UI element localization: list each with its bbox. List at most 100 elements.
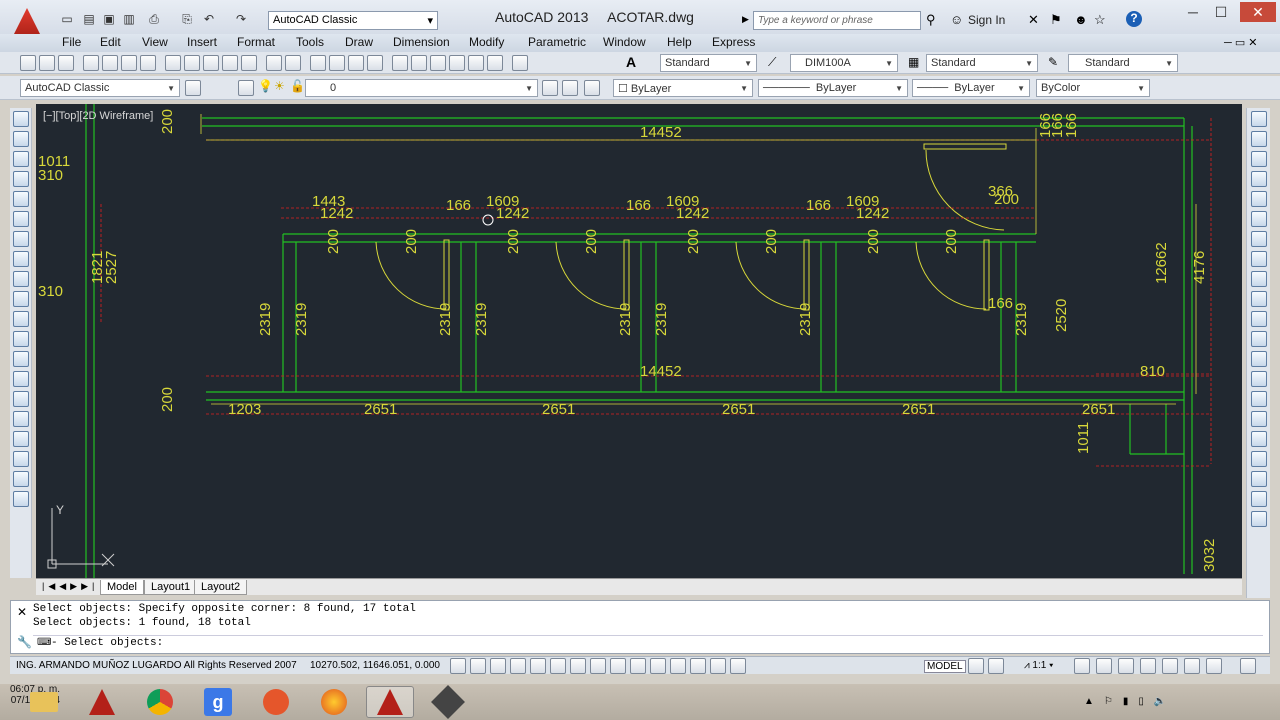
annotation-scale[interactable]: ⩘ 1:1 ▾	[1024, 660, 1053, 671]
redo-icon[interactable]: ↷	[232, 11, 250, 27]
auto-scale-icon[interactable]	[1096, 658, 1112, 674]
help-icon[interactable]: ?	[1126, 11, 1142, 27]
construction-line-icon[interactable]	[12, 131, 29, 147]
status-menu-icon[interactable]	[1206, 658, 1222, 674]
customize-icon[interactable]: 🔧	[17, 635, 32, 649]
revision-cloud-icon[interactable]	[12, 251, 29, 267]
layer-previous-icon[interactable]	[562, 80, 578, 96]
pan-icon[interactable]	[310, 55, 326, 71]
linetype-select[interactable]: ────── ByLayer ▼	[758, 79, 908, 97]
ducs-icon[interactable]	[610, 658, 626, 674]
save-as-icon[interactable]: ▥	[120, 11, 138, 27]
clean-screen-icon[interactable]	[1240, 658, 1256, 674]
exchange-icon[interactable]: ✕	[1028, 12, 1039, 28]
point-icon[interactable]	[12, 371, 29, 387]
polyline-icon[interactable]	[12, 151, 29, 167]
open-file-icon[interactable]: ▤	[80, 11, 98, 27]
grid-icon[interactable]	[490, 658, 506, 674]
new-file-icon[interactable]: ▭	[58, 11, 76, 27]
quick-view-layouts-icon[interactable]	[968, 658, 984, 674]
ellipse-icon[interactable]	[12, 291, 29, 307]
menu-edit[interactable]: Edit	[100, 35, 121, 49]
make-block-icon[interactable]	[12, 351, 29, 367]
spline-icon[interactable]	[12, 271, 29, 287]
stretch-icon[interactable]	[1250, 271, 1267, 287]
rotate-icon[interactable]	[1250, 231, 1267, 247]
favorites-icon[interactable]: ☆	[1094, 12, 1106, 28]
tpy-icon[interactable]	[670, 658, 686, 674]
3d-dwf-icon[interactable]	[140, 55, 156, 71]
offset-icon[interactable]	[1250, 171, 1267, 187]
workspace-selector[interactable]: AutoCAD Classic ▾	[268, 11, 438, 30]
isolate-objects-icon[interactable]	[1184, 658, 1200, 674]
qnew-icon[interactable]	[20, 55, 36, 71]
autocad-exchange-icon[interactable]: ⚑	[1050, 12, 1062, 28]
chamfer-icon[interactable]	[1250, 391, 1267, 407]
move-icon[interactable]	[1250, 211, 1267, 227]
insert-block-icon[interactable]	[12, 331, 29, 347]
zoom-realtime-icon[interactable]	[329, 55, 345, 71]
file-explorer-icon[interactable]	[20, 686, 68, 718]
sc-icon[interactable]	[710, 658, 726, 674]
qp-icon[interactable]	[690, 658, 706, 674]
maximize-icon[interactable]: ☐	[1206, 2, 1236, 22]
sheet-set-icon[interactable]	[449, 55, 465, 71]
help-tb-icon[interactable]	[512, 55, 528, 71]
break-at-point-icon[interactable]	[1250, 331, 1267, 347]
copy-object-icon[interactable]	[1250, 131, 1267, 147]
media-player-icon[interactable]	[252, 686, 300, 718]
am-icon[interactable]	[730, 658, 746, 674]
draworder-icon[interactable]	[1250, 471, 1267, 487]
lineweight-select[interactable]: ──── ByLayer ▼	[912, 79, 1030, 97]
workspace-settings-icon[interactable]	[185, 80, 201, 96]
firefox-icon[interactable]	[310, 686, 358, 718]
markup-icon[interactable]	[468, 55, 484, 71]
tab-model[interactable]: Model	[100, 580, 144, 595]
save-tb-icon[interactable]	[58, 55, 74, 71]
menu-dimension[interactable]: Dimension	[393, 35, 450, 49]
rectangle-icon[interactable]	[12, 191, 29, 207]
snap-icon[interactable]	[470, 658, 486, 674]
infer-constraints-icon[interactable]	[450, 658, 466, 674]
line-icon[interactable]	[12, 111, 29, 127]
multileader-style-select[interactable]: Standard ▼	[1068, 54, 1178, 72]
autocad-taskbar-icon[interactable]	[78, 686, 126, 718]
color-select[interactable]: ☐ ByLayer ▼	[613, 79, 753, 97]
layer-lock-icon[interactable]: 🔓	[290, 79, 305, 93]
hardware-acceleration-icon[interactable]	[1162, 658, 1178, 674]
dyn-icon[interactable]	[630, 658, 646, 674]
search-input[interactable]: Type a keyword or phrase	[753, 11, 921, 30]
blend-curves-icon[interactable]	[1250, 431, 1267, 447]
fillet-icon[interactable]	[1250, 411, 1267, 427]
table-style-select[interactable]: Standard ▼	[926, 54, 1038, 72]
tab-layout1[interactable]: Layout1	[144, 580, 198, 595]
polygon-icon[interactable]	[12, 171, 29, 187]
save-icon[interactable]: ▣	[100, 11, 118, 27]
workspace-switching-icon[interactable]	[1118, 658, 1134, 674]
plot-preview-icon[interactable]	[102, 55, 118, 71]
redo-tb-icon[interactable]	[285, 55, 301, 71]
join-icon[interactable]	[1250, 371, 1267, 387]
array-icon[interactable]	[1250, 191, 1267, 207]
plot-tb-icon[interactable]	[83, 55, 99, 71]
quickcalc-icon[interactable]	[487, 55, 503, 71]
zoom-previous-icon[interactable]	[367, 55, 383, 71]
lock-ui-icon[interactable]	[1140, 658, 1156, 674]
layers-icon[interactable]	[1250, 491, 1267, 507]
layer-select[interactable]: 0 ▼	[305, 79, 538, 97]
design-center-icon[interactable]	[411, 55, 427, 71]
circle-icon[interactable]	[12, 231, 29, 247]
minimize-icon[interactable]: ─	[1178, 2, 1208, 22]
system-tray-icon[interactable]: ▲⚐▮▯🔈	[1084, 696, 1176, 707]
menu-file[interactable]: File	[62, 35, 81, 49]
menu-express[interactable]: Express	[712, 35, 755, 49]
close-command-icon[interactable]: ✕	[17, 605, 27, 619]
osnap-icon[interactable]	[550, 658, 566, 674]
polar-icon[interactable]	[530, 658, 546, 674]
menu-tools[interactable]: Tools	[296, 35, 324, 49]
properties-icon[interactable]	[392, 55, 408, 71]
menu-parametric[interactable]: Parametric	[528, 35, 586, 49]
menu-view[interactable]: View	[142, 35, 168, 49]
print-icon[interactable]: ⎘	[178, 11, 196, 27]
cut-icon[interactable]	[165, 55, 181, 71]
